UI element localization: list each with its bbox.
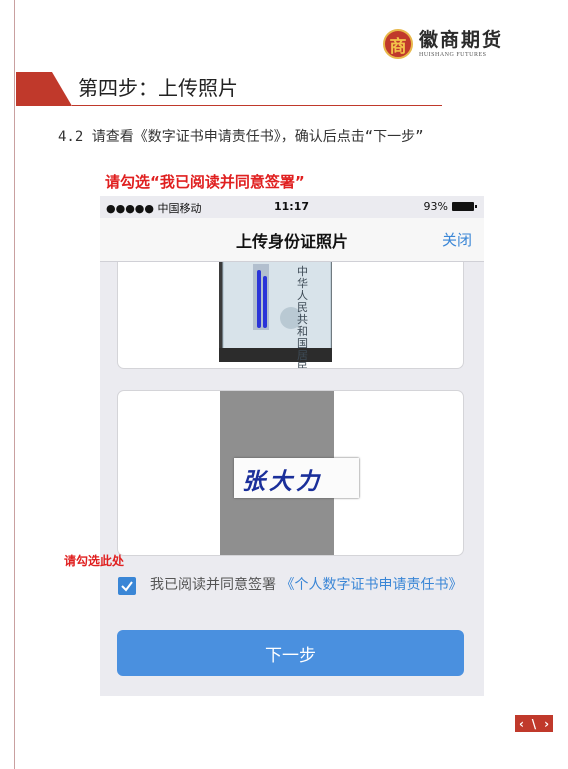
nav-bar: 上传身份证照片 关闭 xyxy=(100,218,484,262)
step-title-underline xyxy=(72,105,442,106)
close-button[interactable]: 关闭 xyxy=(442,229,472,250)
company-logo: 商 徽商期货 HUISHANG FUTURES xyxy=(383,26,533,62)
agreement-label: 我已阅读并同意签署 xyxy=(150,577,276,593)
signature-text: 张大力 xyxy=(242,468,323,495)
signature-photo: 张大力 xyxy=(220,391,359,555)
logo-name-cn: 徽商期货 xyxy=(419,29,504,51)
step-banner-accent xyxy=(16,72,72,106)
step-title: 第四步：上传照片 xyxy=(78,76,238,100)
next-page-button[interactable]: › xyxy=(544,717,549,731)
status-bar: ●●●●● 中国移动 11:17 93% xyxy=(100,196,484,218)
next-step-button[interactable]: 下一步 xyxy=(117,630,464,676)
battery-percent: 93% xyxy=(423,200,448,213)
check-icon xyxy=(121,581,133,592)
nav-title: 上传身份证照片 xyxy=(235,232,348,251)
id-card-caption: 中华人民共和国 居民身份证 xyxy=(297,265,308,369)
checkbox-hint-label: 请勾选此处 xyxy=(64,554,125,568)
agree-checkbox[interactable] xyxy=(118,577,136,595)
status-time: 11:17 xyxy=(274,200,310,213)
agreement-link[interactable]: 《个人数字证书申请责任书》 xyxy=(280,577,462,593)
agreement-text: 我已阅读并同意签署 《个人数字证书申请责任书》 xyxy=(150,575,470,595)
callout-title: 请勾选“我已阅读并同意签署” xyxy=(105,173,305,191)
signature-photo-card[interactable]: 张大力 xyxy=(117,390,464,556)
pager-separator: \ xyxy=(531,716,537,731)
id-card-photo: 中华人民共和国 居民身份证 xyxy=(219,262,332,368)
carrier-signal: ●●●●● 中国移动 xyxy=(106,202,202,215)
prev-page-button[interactable]: ‹ xyxy=(519,717,524,731)
battery-status: 93% xyxy=(423,200,477,213)
logo-name-en: HUISHANG FUTURES xyxy=(419,52,487,58)
id-card-photo-card[interactable]: 中华人民共和国 居民身份证 xyxy=(117,262,464,369)
logo-text: 徽商期货 HUISHANG FUTURES xyxy=(419,29,503,59)
battery-icon xyxy=(452,202,477,211)
signature-paper: 张大力 xyxy=(234,458,359,498)
page-nav: ‹ \ › xyxy=(515,715,553,732)
left-margin-rule xyxy=(14,0,15,769)
phone-screenshot: ●●●●● 中国移动 11:17 93% 上传身份证照片 关闭 中华人民共和国 … xyxy=(100,196,484,696)
instruction-text: 4.2 请查看《数字证书申请责任书》，确认后点击“下一步” xyxy=(58,129,424,145)
logo-emblem-icon: 商 xyxy=(383,29,413,59)
